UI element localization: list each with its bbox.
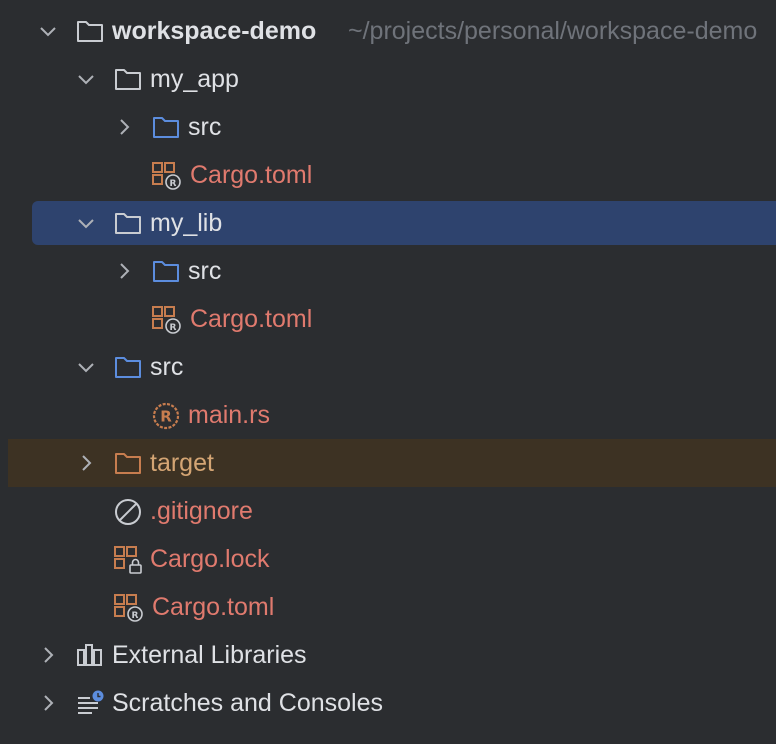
svg-text:R: R bbox=[160, 408, 172, 426]
file-label: Cargo.toml bbox=[190, 305, 313, 333]
tree-row-my-lib-cargo-toml[interactable]: R Cargo.toml bbox=[0, 295, 776, 343]
tree-row-my-app-cargo-toml[interactable]: R Cargo.toml bbox=[0, 151, 776, 199]
tree-row-my-lib-src[interactable]: src bbox=[0, 247, 776, 295]
cargo-lock-icon bbox=[114, 546, 142, 574]
svg-text:R: R bbox=[170, 323, 177, 333]
chevron-right-icon[interactable] bbox=[113, 260, 135, 282]
chevron-right-icon[interactable] bbox=[113, 116, 135, 138]
chevron-down-icon[interactable] bbox=[75, 212, 97, 234]
tree-row-cargo-lock[interactable]: Cargo.lock bbox=[0, 535, 776, 583]
svg-text:R: R bbox=[132, 611, 139, 621]
folder-label: src bbox=[150, 353, 184, 381]
chevron-down-icon[interactable] bbox=[75, 68, 97, 90]
tree-row-cargo-toml[interactable]: R Cargo.toml bbox=[0, 583, 776, 631]
library-icon bbox=[76, 642, 104, 668]
folder-icon bbox=[76, 18, 104, 44]
cargo-toml-icon: R bbox=[152, 306, 181, 334]
tree-row-main-rs[interactable]: R main.rs bbox=[0, 391, 776, 439]
chevron-down-icon[interactable] bbox=[75, 356, 97, 378]
folder-label: my_lib bbox=[150, 209, 223, 237]
cargo-toml-icon: R bbox=[114, 594, 143, 622]
source-folder-icon bbox=[152, 114, 180, 140]
source-folder-icon bbox=[152, 258, 180, 284]
folder-label: my_app bbox=[150, 65, 239, 93]
svg-text:R: R bbox=[170, 179, 177, 189]
tree-row-gitignore[interactable]: .gitignore bbox=[0, 487, 776, 535]
folder-icon bbox=[114, 210, 142, 236]
chevron-down-icon[interactable] bbox=[37, 20, 59, 42]
file-label: Cargo.toml bbox=[190, 161, 313, 189]
tree-row-scratches[interactable]: Scratches and Consoles bbox=[0, 679, 776, 727]
file-label: .gitignore bbox=[150, 497, 253, 525]
tree-row-my-lib[interactable]: my_lib bbox=[0, 199, 776, 247]
folder-label: src bbox=[188, 113, 222, 141]
excluded-folder-icon bbox=[114, 450, 142, 476]
folder-label: src bbox=[188, 257, 222, 285]
tree-row-target[interactable]: target bbox=[0, 439, 776, 487]
folder-icon bbox=[114, 66, 142, 92]
folder-label: target bbox=[150, 449, 214, 477]
node-label: External Libraries bbox=[112, 641, 307, 669]
tree-row-workspace-demo[interactable]: workspace-demo ~/projects/personal/works… bbox=[0, 7, 776, 55]
project-name: workspace-demo bbox=[112, 17, 317, 45]
ignore-file-icon bbox=[114, 498, 142, 525]
source-folder-icon bbox=[114, 354, 142, 380]
file-label: main.rs bbox=[188, 401, 270, 429]
tree-row-my-app[interactable]: my_app bbox=[0, 55, 776, 103]
file-label: Cargo.toml bbox=[152, 593, 275, 621]
tree-row-src[interactable]: src bbox=[0, 343, 776, 391]
cargo-toml-icon: R bbox=[152, 162, 181, 190]
chevron-right-icon[interactable] bbox=[37, 692, 59, 714]
file-label: Cargo.lock bbox=[150, 545, 270, 573]
scratches-icon bbox=[76, 690, 104, 716]
chevron-right-icon[interactable] bbox=[37, 644, 59, 666]
chevron-right-icon[interactable] bbox=[75, 452, 97, 474]
project-tree: workspace-demo ~/projects/personal/works… bbox=[0, 0, 776, 744]
node-label: Scratches and Consoles bbox=[112, 689, 383, 717]
project-path: ~/projects/personal/workspace-demo bbox=[348, 17, 758, 45]
tree-row-external-libraries[interactable]: External Libraries bbox=[0, 631, 776, 679]
tree-row-my-app-src[interactable]: src bbox=[0, 103, 776, 151]
rust-file-icon: R bbox=[152, 402, 180, 430]
